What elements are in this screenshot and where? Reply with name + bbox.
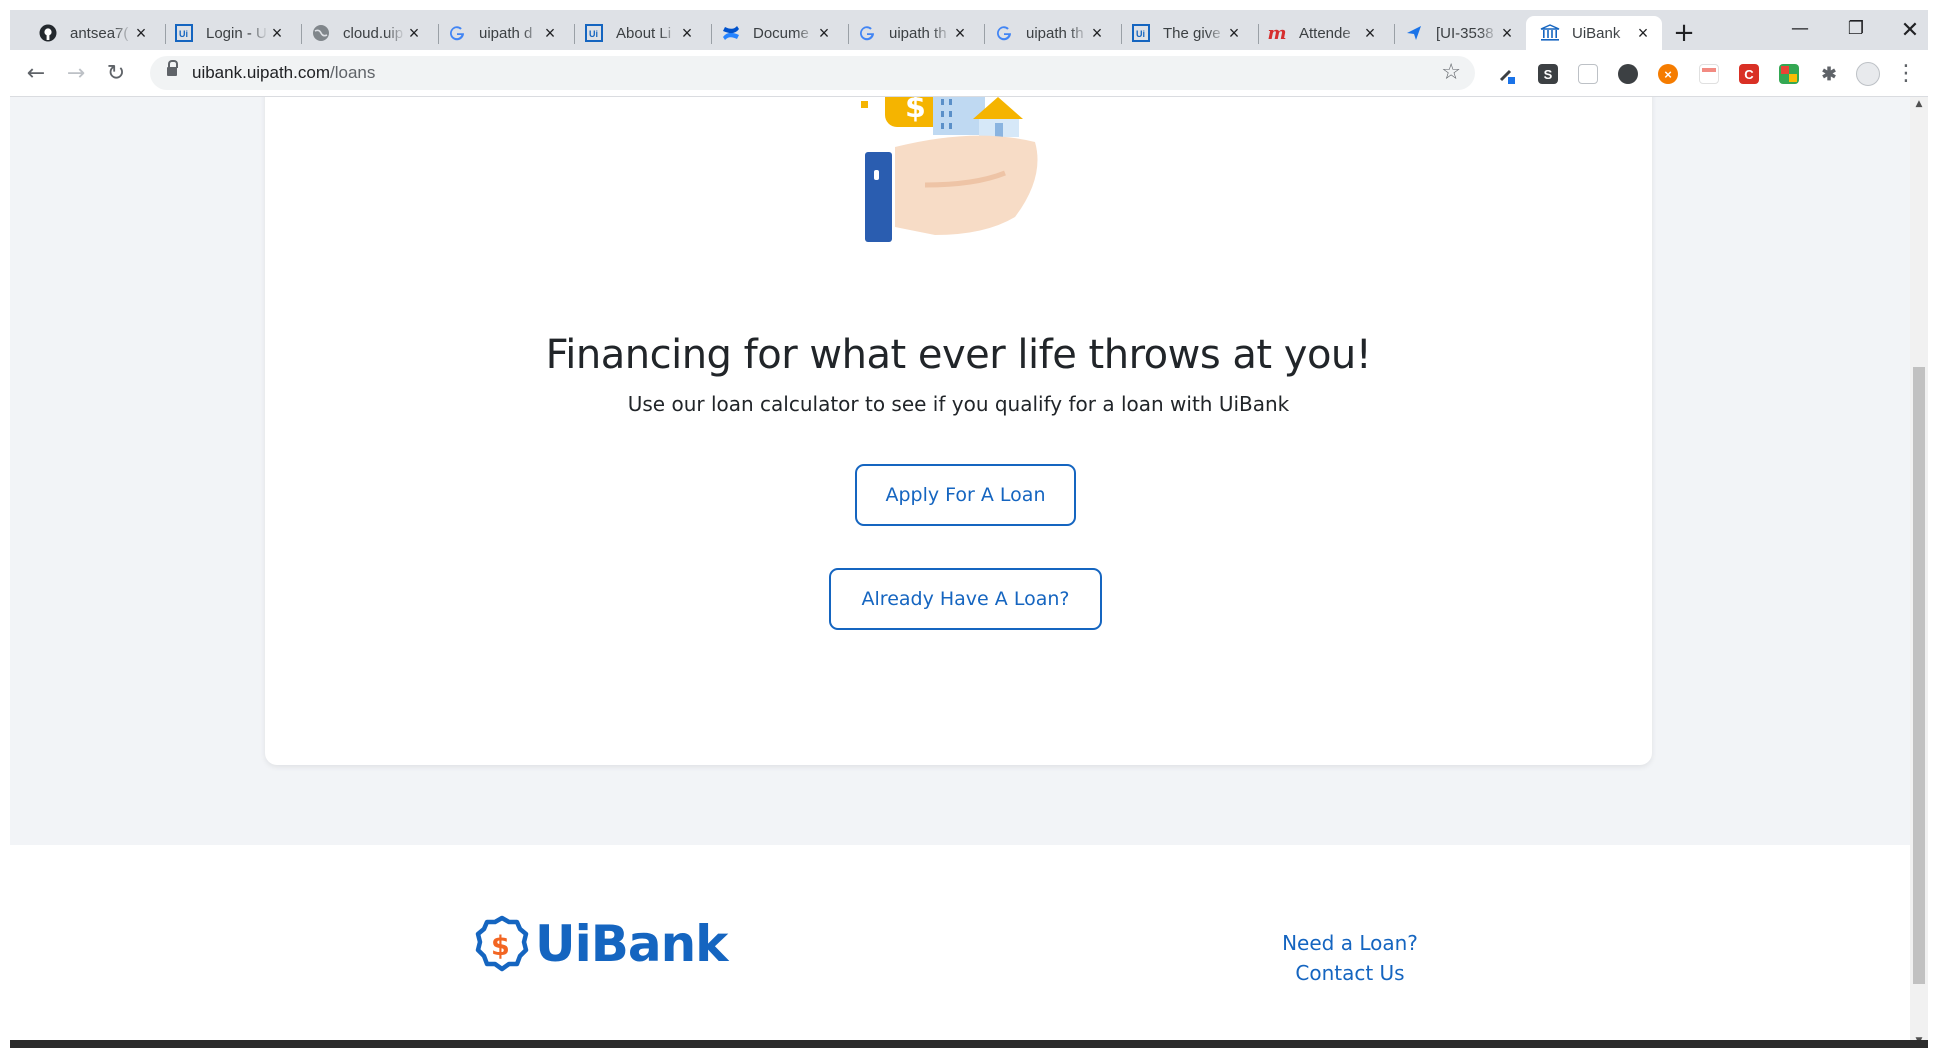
loans-hero-card: $ Financing for what ever life throws at…: [265, 97, 1652, 765]
tab-github[interactable]: antsea7( ×: [24, 16, 160, 50]
globe-icon: [311, 23, 331, 43]
tab-about[interactable]: Ui About Li ×: [570, 16, 706, 50]
tab-cloud[interactable]: cloud.uip ×: [297, 16, 433, 50]
tab-uipath-login[interactable]: Ui Login - U ×: [160, 16, 296, 50]
page-title: Financing for what ever life throws at y…: [545, 332, 1372, 378]
color-extension-icon[interactable]: [1779, 64, 1799, 84]
eyedropper-extension-icon[interactable]: [1497, 64, 1517, 84]
bank-icon: [1540, 23, 1560, 43]
loan-hand-illustration: $: [861, 97, 1038, 242]
confluence-icon: [721, 23, 741, 43]
uibank-logo[interactable]: $ UiBank: [475, 912, 728, 976]
tab-label: [UI-3538: [1436, 24, 1494, 42]
uibank-coin-icon: $: [475, 915, 529, 972]
brand-name: UiBank: [535, 915, 728, 973]
close-icon[interactable]: ×: [1498, 24, 1516, 42]
restore-button[interactable]: ❐: [1836, 18, 1876, 42]
close-icon[interactable]: ×: [1634, 24, 1652, 42]
bookmark-star-icon[interactable]: ☆: [1441, 60, 1461, 85]
url-path: /loans: [329, 63, 376, 82]
tab-label: Login - U: [206, 24, 267, 42]
back-button[interactable]: ←: [22, 60, 50, 88]
tab-google-search-2[interactable]: uipath th ×: [843, 16, 979, 50]
page-extension-icon[interactable]: [1578, 64, 1598, 84]
need-a-loan-link[interactable]: Need a Loan?: [1240, 931, 1460, 955]
scroll-up-arrow-icon[interactable]: ▲: [1910, 97, 1928, 111]
svg-text:$: $: [491, 931, 510, 962]
uipath-icon: Ui: [584, 23, 604, 43]
page-scrollbar[interactable]: ▲ ▼: [1910, 97, 1928, 1048]
url-text: uibank.uipath.com/loans: [192, 63, 375, 83]
svg-text:Ui: Ui: [179, 29, 188, 39]
os-taskbar: [10, 1040, 1928, 1048]
github-icon: [38, 23, 58, 43]
already-have-loan-button[interactable]: Already Have A Loan?: [829, 568, 1102, 630]
reload-button[interactable]: ↻: [102, 60, 130, 88]
tab-strip: antsea7( × Ui Login - U × cloud.uip × ui…: [10, 10, 1928, 50]
google-icon: [994, 23, 1014, 43]
tab-label: Attende: [1299, 24, 1351, 42]
close-icon[interactable]: ×: [405, 24, 423, 42]
tab-google-search-3[interactable]: uipath th ×: [980, 16, 1116, 50]
close-icon[interactable]: ×: [541, 24, 559, 42]
close-icon[interactable]: ×: [951, 24, 969, 42]
puzzle-extensions-icon[interactable]: ✱: [1819, 64, 1839, 84]
uipath-icon: Ui: [174, 23, 194, 43]
forward-button[interactable]: →: [62, 60, 90, 88]
close-icon[interactable]: ×: [815, 24, 833, 42]
page-footer: $ UiBank Need a Loan? Contact Us: [10, 845, 1910, 1048]
red-extension-icon[interactable]: C: [1739, 64, 1759, 84]
orange-extension-icon[interactable]: ×: [1658, 64, 1678, 84]
tab-label: antsea7(: [70, 24, 129, 42]
tab-attendees[interactable]: m Attende ×: [1253, 16, 1389, 50]
browser-toolbar: ← → ↻ uibank.uipath.com/loans ☆ S × C ✱ …: [10, 50, 1928, 97]
tab-label: UiBank: [1572, 24, 1621, 42]
tab-label: uipath th: [1026, 24, 1084, 42]
new-tab-button[interactable]: +: [1670, 20, 1698, 48]
tab-uibank[interactable]: UiBank ×: [1526, 16, 1662, 50]
s-extension-icon[interactable]: S: [1538, 64, 1558, 84]
url-host: uibank.uipath.com: [192, 63, 330, 82]
tab-label: The give: [1163, 24, 1221, 42]
m-icon: m: [1267, 22, 1287, 44]
tab-jira-ticket[interactable]: [UI-3538 ×: [1390, 16, 1526, 50]
tab-label: Docume: [753, 24, 809, 42]
tab-documentation[interactable]: Docume ×: [707, 16, 843, 50]
svg-text:$: $: [905, 97, 926, 125]
close-icon[interactable]: ×: [1361, 24, 1379, 42]
tab-the-give[interactable]: Ui The give ×: [1117, 16, 1253, 50]
address-bar[interactable]: uibank.uipath.com/loans ☆: [150, 56, 1475, 90]
minimize-button[interactable]: —: [1780, 18, 1820, 42]
lock-icon: [167, 60, 178, 77]
window-close-button[interactable]: ✕: [1890, 18, 1928, 43]
close-icon[interactable]: ×: [678, 24, 696, 42]
menu-kebab-icon[interactable]: ⋮: [1895, 60, 1917, 88]
google-icon: [447, 23, 467, 43]
profile-avatar[interactable]: [1856, 62, 1880, 86]
apply-for-loan-button[interactable]: Apply For A Loan: [855, 464, 1076, 526]
svg-text:Ui: Ui: [589, 29, 598, 39]
close-icon[interactable]: ×: [1225, 24, 1243, 42]
browser-window: antsea7( × Ui Login - U × cloud.uip × ui…: [10, 10, 1928, 1048]
close-icon[interactable]: ×: [1088, 24, 1106, 42]
tab-label: uipath d: [479, 24, 533, 42]
tab-label: cloud.uip: [343, 24, 404, 42]
close-icon[interactable]: ×: [268, 24, 286, 42]
google-icon: [857, 23, 877, 43]
tab-google-search-1[interactable]: uipath d ×: [433, 16, 569, 50]
page-subtitle: Use our loan calculator to see if you qu…: [627, 392, 1290, 416]
scroll-thumb[interactable]: [1913, 367, 1925, 984]
page-viewport: $ Financing for what ever life throws at…: [10, 97, 1910, 1048]
contact-us-link[interactable]: Contact Us: [1240, 961, 1460, 985]
jira-icon: [1404, 23, 1424, 43]
tab-label: About Li: [616, 24, 672, 42]
close-icon[interactable]: ×: [132, 24, 150, 42]
tab-label: uipath th: [889, 24, 947, 42]
circle-extension-icon[interactable]: [1618, 64, 1638, 84]
calendar-extension-icon[interactable]: [1699, 64, 1719, 84]
uipath-icon: Ui: [1131, 23, 1151, 43]
svg-text:Ui: Ui: [1136, 29, 1145, 39]
